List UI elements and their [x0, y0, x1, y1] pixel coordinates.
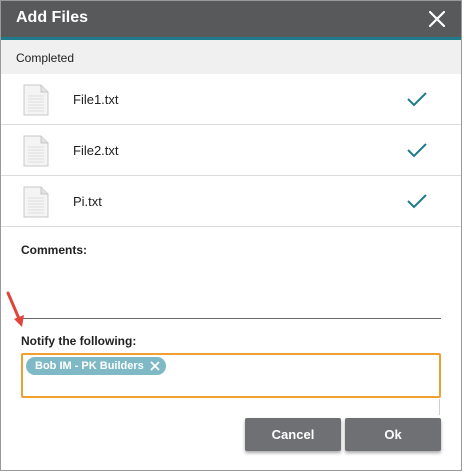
file-row: File1.txt	[1, 74, 461, 125]
file-name: File1.txt	[73, 92, 119, 107]
check-icon	[407, 194, 427, 209]
check-icon	[407, 92, 427, 107]
file-name: File2.txt	[73, 143, 119, 158]
cancel-button[interactable]: Cancel	[245, 418, 341, 451]
divider	[439, 399, 440, 415]
comments-label: Comments:	[21, 243, 88, 257]
file-icon	[23, 135, 49, 167]
notify-recipients-input[interactable]: Bob IM - PK Builders	[21, 353, 441, 398]
add-files-dialog: Add Files Completed File1.txt File2.txt	[0, 0, 462, 471]
title-bar: Add Files	[1, 1, 461, 40]
notify-label: Notify the following:	[21, 334, 137, 348]
file-row: Pi.txt	[1, 176, 461, 227]
annotation-arrow-icon	[6, 291, 24, 327]
file-icon	[23, 186, 49, 218]
check-icon	[407, 143, 427, 158]
remove-recipient-icon[interactable]	[150, 361, 160, 371]
recipient-chip-label: Bob IM - PK Builders	[35, 360, 144, 372]
dialog-title: Add Files	[16, 9, 89, 26]
file-icon	[23, 84, 49, 116]
comments-field[interactable]	[21, 261, 441, 319]
status-bar: Completed	[1, 40, 461, 74]
status-text: Completed	[16, 51, 75, 65]
recipient-chip: Bob IM - PK Builders	[26, 357, 166, 375]
close-icon[interactable]	[425, 7, 449, 31]
file-name: Pi.txt	[73, 194, 102, 209]
ok-button[interactable]: Ok	[345, 418, 441, 451]
file-row: File2.txt	[1, 125, 461, 176]
